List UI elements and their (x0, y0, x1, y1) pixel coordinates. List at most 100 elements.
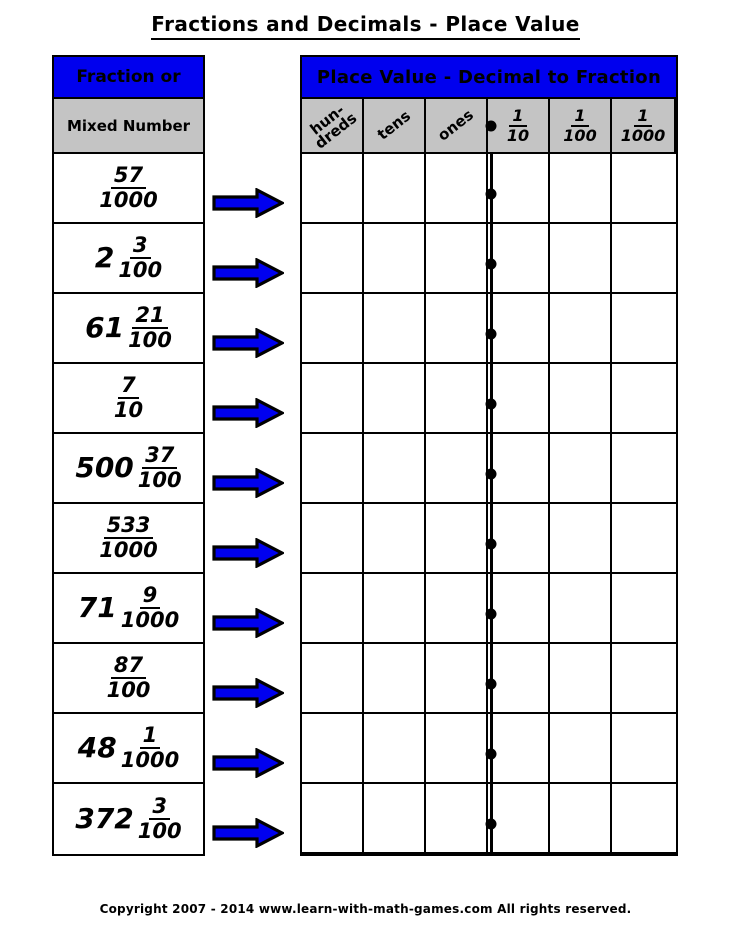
denominator: 10 (506, 125, 530, 145)
answer-cell[interactable] (550, 434, 612, 502)
decimal-point-dot (485, 188, 497, 200)
answer-cell[interactable] (426, 784, 488, 852)
answer-cell[interactable] (426, 364, 488, 432)
answer-cell[interactable] (426, 504, 488, 572)
decimal-point-dot (485, 748, 497, 760)
fraction-table-header-bottom-label: Mixed Number (66, 116, 191, 135)
answer-cell[interactable] (426, 644, 488, 712)
answer-cell[interactable] (612, 434, 676, 502)
place-value-header-label: ones (434, 105, 477, 145)
answer-cell[interactable] (550, 224, 612, 292)
answer-cell[interactable] (488, 574, 550, 642)
answer-cell[interactable] (364, 644, 426, 712)
right-arrow-icon (212, 378, 302, 448)
mixed-number: 533 1000 (99, 515, 157, 561)
fraction-part: 3 100 (138, 796, 182, 842)
decimal-point-dot (485, 678, 497, 690)
fraction-table-header-bottom: Mixed Number (54, 99, 203, 154)
decimal-point-dot (485, 818, 497, 830)
answer-cell[interactable] (550, 574, 612, 642)
whole-number-part: 48 (77, 731, 117, 764)
numerator: 1 (571, 107, 589, 127)
fraction-part: 7 10 (114, 375, 143, 421)
header-fraction: 1 1000 (620, 107, 666, 145)
decimal-point-dot (485, 398, 497, 410)
denominator: 100 (563, 125, 597, 145)
answer-cell[interactable] (302, 364, 364, 432)
denominator: 100 (137, 819, 182, 843)
answer-cell[interactable] (550, 784, 612, 852)
fraction-row: 87 100 (54, 644, 203, 714)
answer-cell[interactable] (550, 644, 612, 712)
decimal-point-dot (485, 258, 497, 270)
page-title-text: Fractions and Decimals - Place Value (151, 12, 580, 40)
answer-cell[interactable] (488, 434, 550, 502)
answer-cell[interactable] (612, 364, 676, 432)
answer-cell[interactable] (364, 364, 426, 432)
answer-cell[interactable] (364, 574, 426, 642)
fraction-table-header-top: Fraction or (54, 57, 203, 99)
answer-cell[interactable] (302, 224, 364, 292)
answer-cell[interactable] (302, 574, 364, 642)
answer-cell[interactable] (550, 364, 612, 432)
answer-cell[interactable] (488, 714, 550, 782)
answer-cell[interactable] (302, 154, 364, 222)
answer-cell[interactable] (550, 504, 612, 572)
answer-cell[interactable] (302, 434, 364, 502)
answer-cell[interactable] (488, 784, 550, 852)
fraction-part: 3 100 (118, 235, 162, 281)
mixed-number: 2 3 100 (95, 235, 162, 281)
answer-cell[interactable] (364, 784, 426, 852)
answer-cell[interactable] (488, 294, 550, 362)
answer-cell[interactable] (612, 784, 676, 852)
answer-cell[interactable] (488, 504, 550, 572)
numerator: 1 (509, 107, 527, 127)
right-arrow-icon (212, 518, 302, 588)
fraction-table: Fraction or Mixed Number 57 1000 2 3 100 61 21… (52, 55, 205, 856)
answer-cell[interactable] (364, 154, 426, 222)
answer-cell[interactable] (550, 714, 612, 782)
answer-cell[interactable] (550, 294, 612, 362)
answer-cell[interactable] (364, 504, 426, 572)
decimal-point-dot (485, 608, 497, 620)
answer-cell[interactable] (302, 714, 364, 782)
answer-cell[interactable] (612, 714, 676, 782)
answer-cell[interactable] (364, 294, 426, 362)
answer-cell[interactable] (426, 294, 488, 362)
answer-cell[interactable] (488, 364, 550, 432)
answer-cell[interactable] (302, 504, 364, 572)
answer-cell[interactable] (302, 644, 364, 712)
numerator: 3 (149, 796, 171, 820)
answer-cell[interactable] (612, 644, 676, 712)
answer-cell[interactable] (426, 154, 488, 222)
fraction-part: 87 100 (107, 655, 151, 701)
answer-cell[interactable] (426, 714, 488, 782)
place-value-header-label: hun- dreds (306, 100, 361, 152)
answer-cell[interactable] (426, 574, 488, 642)
answer-cell[interactable] (612, 154, 676, 222)
fraction-table-body: 57 1000 2 3 100 61 21 100 7 10 500 37 100 533 1000 71 9 1… (54, 154, 203, 854)
answer-cell[interactable] (364, 714, 426, 782)
answer-cell[interactable] (302, 784, 364, 852)
answer-cell[interactable] (488, 154, 550, 222)
answer-cell[interactable] (426, 434, 488, 502)
answer-cell[interactable] (550, 154, 612, 222)
answer-cell[interactable] (426, 224, 488, 292)
denominator: 1000 (99, 188, 158, 212)
decimal-point-dot (485, 538, 497, 550)
fraction-part: 37 100 (138, 445, 182, 491)
answer-cell[interactable] (364, 224, 426, 292)
right-arrow-icon (212, 658, 302, 728)
answer-cell[interactable] (488, 224, 550, 292)
answer-cell[interactable] (488, 644, 550, 712)
mixed-number: 500 37 100 (75, 445, 181, 491)
denominator: 1000 (620, 125, 666, 145)
answer-cell[interactable] (612, 294, 676, 362)
answer-cell[interactable] (302, 294, 364, 362)
answer-cell[interactable] (612, 224, 676, 292)
decimal-point-dot (485, 328, 497, 340)
answer-cell[interactable] (612, 574, 676, 642)
answer-cell[interactable] (612, 504, 676, 572)
answer-cell[interactable] (364, 434, 426, 502)
fraction-row: 372 3 100 (54, 784, 203, 854)
